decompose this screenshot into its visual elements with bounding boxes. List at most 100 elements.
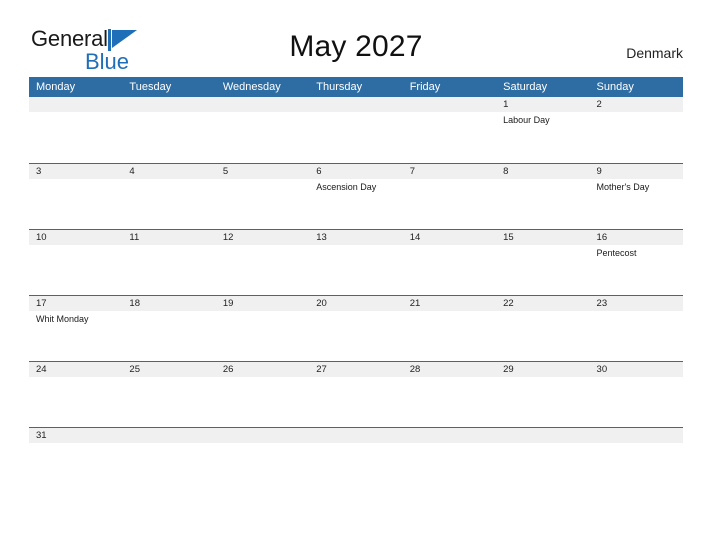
- calendar-week-rows: 1 Labour Day 2 3 4 5 6 Ascension Day 7 8 9 Mother's…: [29, 97, 683, 455]
- day-number: 8: [496, 164, 590, 179]
- day-cell-empty: [496, 428, 590, 455]
- day-number: [122, 428, 216, 443]
- day-cell-23[interactable]: 23: [589, 296, 683, 361]
- day-events: Labour Day: [496, 112, 589, 126]
- day-number: 26: [215, 362, 310, 377]
- day-cell-18[interactable]: 18: [122, 296, 216, 361]
- day-events: Mother's Day: [590, 179, 683, 193]
- day-number: 17: [29, 296, 123, 311]
- day-cell-empty: [29, 97, 123, 163]
- day-cell-13[interactable]: 13: [309, 230, 403, 295]
- calendar-week-row: 17 Whit Monday 18 19 20 21 22 23: [29, 295, 683, 361]
- day-number: 15: [496, 230, 590, 245]
- day-cell-19[interactable]: 19: [215, 296, 310, 361]
- holiday-event: Mother's Day: [596, 182, 650, 192]
- day-number: 21: [402, 296, 497, 311]
- holiday-event: Labour Day: [503, 115, 550, 125]
- day-cell-14[interactable]: 14: [402, 230, 497, 295]
- weekday-header-row: Monday Tuesday Wednesday Thursday Friday Satu…: [29, 77, 683, 97]
- day-number: 5: [215, 164, 310, 179]
- day-number: [402, 428, 497, 443]
- weekday-header-sunday: Sunday: [596, 81, 634, 93]
- day-cell-6[interactable]: 6 Ascension Day: [309, 164, 403, 229]
- day-number: 7: [402, 164, 497, 179]
- day-number: 31: [29, 428, 123, 443]
- day-number: [29, 97, 123, 112]
- day-cell-empty: [122, 97, 216, 163]
- week-cells: 3 4 5 6 Ascension Day 7 8 9 Mother's Day: [29, 164, 683, 229]
- day-number: 3: [29, 164, 123, 179]
- weekday-header-friday: Friday: [409, 81, 441, 93]
- region-label: Denmark: [626, 45, 683, 61]
- day-number: [309, 97, 403, 112]
- day-cell-2[interactable]: 2: [589, 97, 683, 163]
- day-cell-16[interactable]: 16 Pentecost: [589, 230, 683, 295]
- day-cell-1[interactable]: 1 Labour Day: [496, 97, 590, 163]
- day-number: [215, 428, 310, 443]
- calendar-week-row: 31: [29, 427, 683, 455]
- calendar-week-row: 1 Labour Day 2: [29, 97, 683, 163]
- day-cell-21[interactable]: 21: [402, 296, 497, 361]
- day-number: 16: [589, 230, 683, 245]
- day-cell-7[interactable]: 7: [402, 164, 497, 229]
- day-cell-30[interactable]: 30: [589, 362, 683, 427]
- day-number: 29: [496, 362, 590, 377]
- day-number: 13: [309, 230, 403, 245]
- day-cell-5[interactable]: 5: [215, 164, 310, 229]
- day-number: 2: [589, 97, 683, 112]
- day-cell-empty: [402, 428, 497, 455]
- day-cell-11[interactable]: 11: [122, 230, 216, 295]
- day-cell-20[interactable]: 20: [309, 296, 403, 361]
- day-cell-26[interactable]: 26: [215, 362, 310, 427]
- week-cells: 24 25 26 27 28 29 30: [29, 362, 683, 427]
- week-cells: 1 Labour Day 2: [29, 97, 683, 163]
- page-header: General Blue May 2027 Denmark: [0, 0, 712, 73]
- day-number: 11: [122, 230, 216, 245]
- day-cell-4[interactable]: 4: [122, 164, 216, 229]
- day-number: 24: [29, 362, 123, 377]
- day-number: [496, 428, 590, 443]
- day-cell-empty: [215, 97, 310, 163]
- day-cell-12[interactable]: 12: [215, 230, 310, 295]
- weekday-header-tuesday: Tuesday: [129, 81, 172, 93]
- day-cell-31[interactable]: 31: [29, 428, 123, 455]
- weekday-header-saturday: Saturday: [503, 81, 548, 93]
- week-cells: 31: [29, 428, 683, 455]
- day-cell-27[interactable]: 27: [309, 362, 403, 427]
- calendar-week-row: 3 4 5 6 Ascension Day 7 8 9 Mother's Day: [29, 163, 683, 229]
- day-number: [215, 97, 310, 112]
- day-cell-29[interactable]: 29: [496, 362, 590, 427]
- page-title: May 2027: [289, 30, 423, 63]
- day-cell-28[interactable]: 28: [402, 362, 497, 427]
- calendar-grid: Monday Tuesday Wednesday Thursday Friday Satu…: [29, 77, 683, 455]
- day-number: 4: [122, 164, 216, 179]
- day-number: 28: [402, 362, 497, 377]
- calendar-page: General Blue May 2027 Denmark Monday Tues…: [0, 0, 712, 550]
- day-cell-empty: [309, 428, 403, 455]
- holiday-event: Ascension Day: [316, 182, 377, 192]
- day-events: Ascension Day: [309, 179, 402, 193]
- day-number: 19: [215, 296, 310, 311]
- day-number: 23: [589, 296, 683, 311]
- calendar-week-row: 10 11 12 13 14 15 16 Pentecost: [29, 229, 683, 295]
- day-cell-empty: [589, 428, 683, 455]
- weekday-header-monday: Monday: [36, 81, 76, 93]
- day-number: 30: [589, 362, 683, 377]
- day-number: [402, 97, 497, 112]
- day-cell-17[interactable]: 17 Whit Monday: [29, 296, 123, 361]
- weekday-header-wednesday: Wednesday: [222, 81, 281, 93]
- day-number: 20: [309, 296, 403, 311]
- day-cell-empty: [122, 428, 216, 455]
- day-number: 25: [122, 362, 216, 377]
- day-cell-empty: [215, 428, 310, 455]
- day-cell-24[interactable]: 24: [29, 362, 123, 427]
- day-cell-8[interactable]: 8: [496, 164, 590, 229]
- day-cell-15[interactable]: 15: [496, 230, 590, 295]
- day-cell-25[interactable]: 25: [122, 362, 216, 427]
- day-cell-3[interactable]: 3: [29, 164, 123, 229]
- day-cell-9[interactable]: 9 Mother's Day: [589, 164, 683, 229]
- day-cell-10[interactable]: 10: [29, 230, 123, 295]
- day-number: 1: [496, 97, 590, 112]
- day-number: 6: [309, 164, 403, 179]
- day-cell-22[interactable]: 22: [496, 296, 590, 361]
